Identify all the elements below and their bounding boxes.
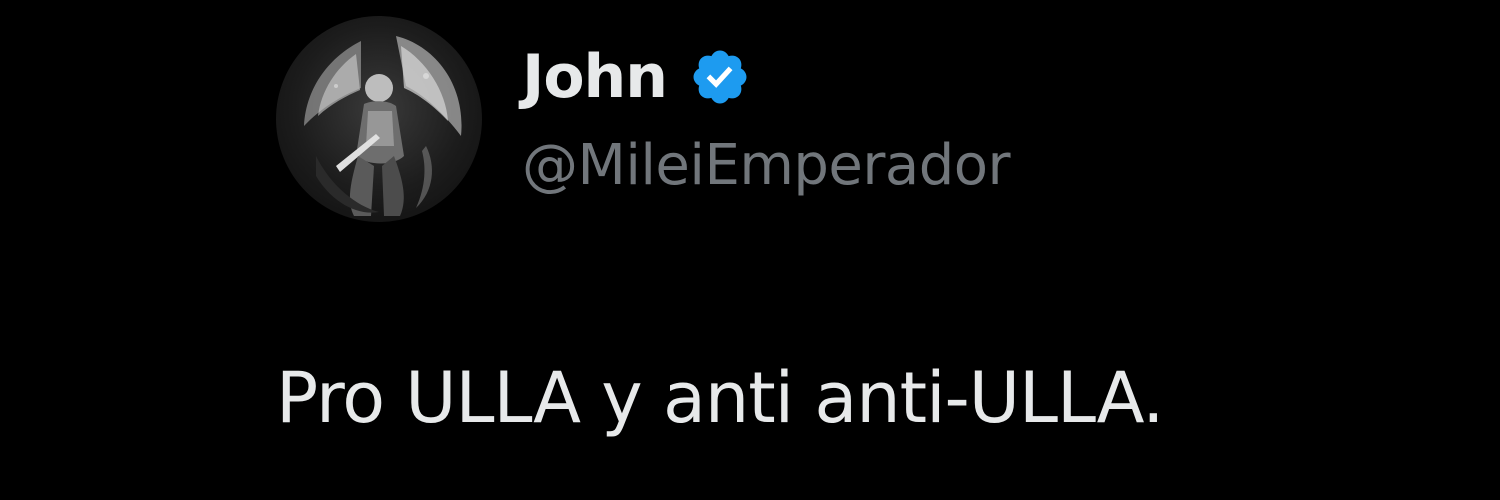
avatar[interactable] [276,16,482,222]
tweet-card: John @MileiEmperador Pro ULLA y anti ant… [0,0,1500,500]
tweet-text: Pro ULLA y anti anti-ULLA. [276,357,1165,439]
author-display-name[interactable]: John [522,40,668,114]
angel-warrior-avatar-icon [304,36,462,216]
author-handle[interactable]: @MileiEmperador [522,126,1011,206]
author-name-row: John [522,40,751,114]
verified-badge-icon[interactable] [689,46,751,108]
